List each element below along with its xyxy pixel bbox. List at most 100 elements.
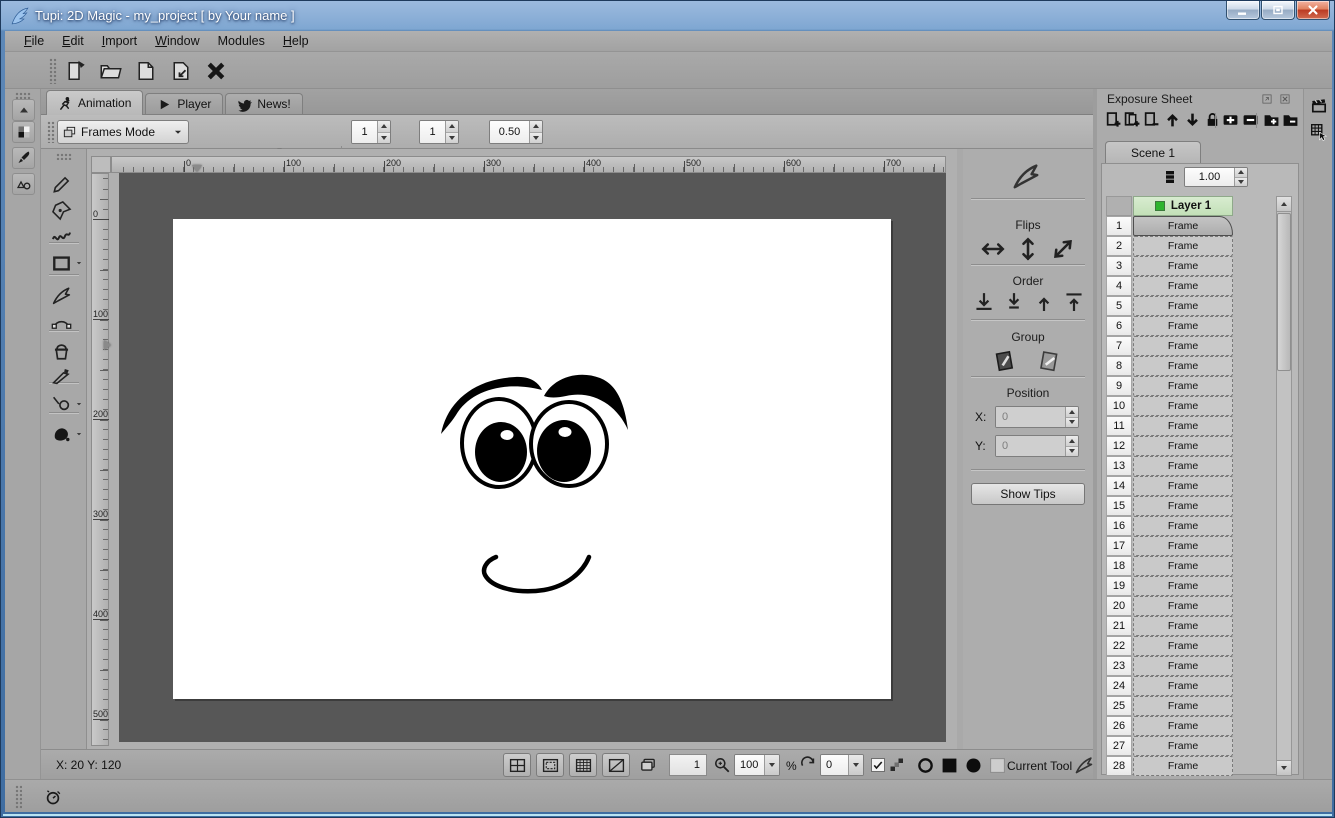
frame-row-number[interactable]: 15 [1106,496,1132,516]
onion-previous-spinner[interactable]: 1 [351,120,391,144]
frame-row-number[interactable]: 25 [1106,696,1132,716]
flip-vertical-button[interactable] [1016,237,1040,261]
frame-row-number[interactable]: 27 [1106,736,1132,756]
tab-animation[interactable]: Animation [46,90,143,115]
flip-horizontal-button[interactable] [981,237,1005,261]
exposure-sheet-toggle-button[interactable] [1308,121,1329,142]
spin-down-button[interactable] [446,133,458,144]
save-project-button[interactable] [131,56,160,85]
move-layer-down-button[interactable] [1184,111,1201,129]
full-screen-button[interactable] [602,753,630,777]
frame-row-number[interactable]: 23 [1106,656,1132,676]
show-safe-area-button[interactable] [536,753,564,777]
frame-row-number[interactable]: 3 [1106,256,1132,276]
opacity-spinner[interactable]: 0.50 [489,120,543,144]
bring-to-front-button[interactable] [1063,291,1085,313]
chevron-down-icon[interactable] [74,429,84,439]
frame-row-number[interactable]: 17 [1106,536,1132,556]
open-project-button[interactable] [96,56,125,85]
frame-cell-12[interactable]: Frame [1133,436,1233,456]
frame-cell-7[interactable]: Frame [1133,336,1233,356]
bottom-grip[interactable] [15,785,22,809]
fill-color-button[interactable] [940,756,958,774]
ellipse-tool[interactable] [48,391,74,417]
frame-row-number[interactable]: 22 [1106,636,1132,656]
color-palette-button[interactable] [12,121,35,143]
frame-cell-21[interactable]: Frame [1133,616,1233,636]
frame-cell-22[interactable]: Frame [1133,636,1233,656]
bring-forwards-button[interactable] [1033,291,1055,313]
border-color-button[interactable] [916,756,934,774]
frame-row-number[interactable]: 20 [1106,596,1132,616]
spin-down-button[interactable] [378,133,390,144]
frame-cell-17[interactable]: Frame [1133,536,1233,556]
brush-properties-button[interactable] [12,147,35,169]
show-grid-center-button[interactable] [503,753,531,777]
spin-up-button[interactable] [1235,168,1247,178]
frame-cell-4[interactable]: Frame [1133,276,1233,296]
frame-row-number[interactable]: 16 [1106,516,1132,536]
send-to-back-button[interactable] [973,291,995,313]
remove-scene-button[interactable] [1282,111,1299,129]
frame-row-number[interactable]: 19 [1106,576,1132,596]
toolbar-grip[interactable] [49,58,57,84]
scheme-tool[interactable] [48,223,74,249]
menu-modules[interactable]: Modules [209,32,274,50]
frame-cell-6[interactable]: Frame [1133,316,1233,336]
frame-cell-2[interactable]: Frame [1133,236,1233,256]
antialias-checkbox[interactable] [871,758,885,772]
show-grid-button[interactable] [569,753,597,777]
frame-cell-28[interactable]: Frame [1133,756,1233,776]
frame-row-number[interactable]: 21 [1106,616,1132,636]
spin-down-button[interactable] [1066,418,1078,428]
frame-cell-25[interactable]: Frame [1133,696,1233,716]
spin-up-button[interactable] [530,121,542,133]
chevron-down-icon[interactable] [74,258,84,268]
insert-scene-button[interactable] [1263,111,1280,129]
maximize-button[interactable] [1261,1,1295,20]
frame-row-number[interactable]: 28 [1106,756,1132,776]
exposure-scrollbar[interactable] [1276,196,1292,776]
lock-layer-button[interactable] [1204,111,1221,129]
frame-row-number[interactable]: 6 [1106,316,1132,336]
collapse-button[interactable] [12,99,35,121]
insert-layers-button[interactable] [1124,111,1141,129]
insert-frame-button[interactable] [1222,111,1239,129]
rectangle-tool[interactable] [48,250,74,276]
frame-cell-20[interactable]: Frame [1133,596,1233,616]
scroll-up-button[interactable] [1277,197,1291,212]
frame-row-number[interactable]: 7 [1106,336,1132,356]
minimize-button[interactable] [1226,1,1260,20]
fill-tool[interactable] [48,338,74,364]
spin-up-button[interactable] [1066,436,1078,447]
frame-row-number[interactable]: 13 [1106,456,1132,476]
menu-import[interactable]: Import [93,32,146,50]
frame-cell-11[interactable]: Frame [1133,416,1233,436]
current-frame-field[interactable]: 1 [669,754,707,776]
frame-cell-23[interactable]: Frame [1133,656,1233,676]
frames-mode-select[interactable]: Frames Mode [57,120,189,144]
frame-cell-16[interactable]: Frame [1133,516,1233,536]
frame-cell-8[interactable]: Frame [1133,356,1233,376]
frame-row-number[interactable]: 24 [1106,676,1132,696]
frame-cell-24[interactable]: Frame [1133,676,1233,696]
dropdown-button[interactable] [848,755,863,775]
frame-cell-5[interactable]: Frame [1133,296,1233,316]
spin-up-button[interactable] [1066,407,1078,418]
remove-layer-button[interactable] [1143,111,1160,129]
frame-cell-15[interactable]: Frame [1133,496,1233,516]
frame-row-number[interactable]: 18 [1106,556,1132,576]
tab-news[interactable]: News! [225,93,302,114]
frame-row-number[interactable]: 2 [1106,236,1132,256]
scenes-manager-button[interactable] [1308,95,1329,116]
menu-help[interactable]: Help [274,32,318,50]
frame-row-number[interactable]: 5 [1106,296,1132,316]
fps-spinner[interactable]: 1.00 [1184,167,1248,187]
frame-row-number[interactable]: 14 [1106,476,1132,496]
frame-cell-26[interactable]: Frame [1133,716,1233,736]
frame-cell-10[interactable]: Frame [1133,396,1233,416]
frame-row-number[interactable]: 11 [1106,416,1132,436]
frame-cell-1[interactable]: Frame [1133,216,1233,236]
rotation-select[interactable]: 0 [820,754,864,776]
dropdown-button[interactable] [764,755,779,775]
